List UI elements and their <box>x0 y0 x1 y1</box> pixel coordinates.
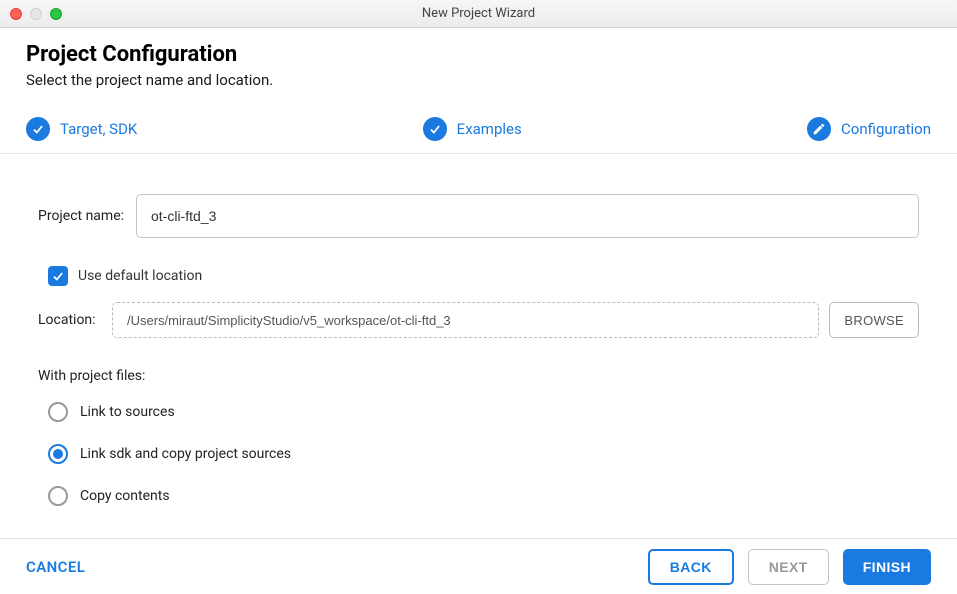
default-location-label: Use default location <box>78 268 202 284</box>
page-subtitle: Select the project name and location. <box>26 71 931 89</box>
check-icon <box>26 117 50 141</box>
minimize-window-button[interactable] <box>30 8 42 20</box>
location-input <box>112 302 819 338</box>
project-name-input[interactable] <box>136 194 919 238</box>
footer: CANCEL BACK NEXT FINISH <box>0 538 957 594</box>
window-controls <box>10 8 62 20</box>
browse-button[interactable]: BROWSE <box>829 302 919 338</box>
project-files-radio-group: Link to sources Link sdk and copy projec… <box>48 402 919 506</box>
project-files-label: With project files: <box>38 368 919 384</box>
radio-label: Copy contents <box>80 488 170 504</box>
project-name-row: Project name: <box>38 194 919 238</box>
pencil-icon <box>807 117 831 141</box>
close-window-button[interactable] <box>10 8 22 20</box>
back-button[interactable]: BACK <box>648 549 734 585</box>
titlebar: New Project Wizard <box>0 0 957 28</box>
location-row: Location: BROWSE <box>38 302 919 338</box>
location-label: Location: <box>38 312 102 328</box>
cancel-button[interactable]: CANCEL <box>26 558 85 576</box>
radio-label: Link sdk and copy project sources <box>80 446 291 462</box>
radio-label: Link to sources <box>80 404 175 420</box>
wizard-steps: Target, SDK Examples Configuration <box>0 107 957 154</box>
default-location-checkbox[interactable] <box>48 266 68 286</box>
form-content: Project name: Use default location Locat… <box>0 154 957 526</box>
project-name-label: Project name: <box>38 208 136 224</box>
check-icon <box>423 117 447 141</box>
radio-link-sdk-copy[interactable]: Link sdk and copy project sources <box>48 444 919 464</box>
page-header: Project Configuration Select the project… <box>0 28 957 107</box>
window-title: New Project Wizard <box>8 6 949 21</box>
step-examples[interactable]: Examples <box>423 117 522 141</box>
step-label: Examples <box>457 120 522 138</box>
radio-icon <box>48 402 68 422</box>
radio-link-sources[interactable]: Link to sources <box>48 402 919 422</box>
page-title: Project Configuration <box>26 42 931 67</box>
step-configuration[interactable]: Configuration <box>807 117 931 141</box>
step-target-sdk[interactable]: Target, SDK <box>26 117 137 141</box>
default-location-row: Use default location <box>48 266 919 286</box>
step-label: Target, SDK <box>60 120 137 138</box>
radio-icon <box>48 444 68 464</box>
radio-copy-contents[interactable]: Copy contents <box>48 486 919 506</box>
finish-button[interactable]: FINISH <box>843 549 931 585</box>
maximize-window-button[interactable] <box>50 8 62 20</box>
step-label: Configuration <box>841 120 931 138</box>
radio-icon <box>48 486 68 506</box>
next-button: NEXT <box>748 549 829 585</box>
